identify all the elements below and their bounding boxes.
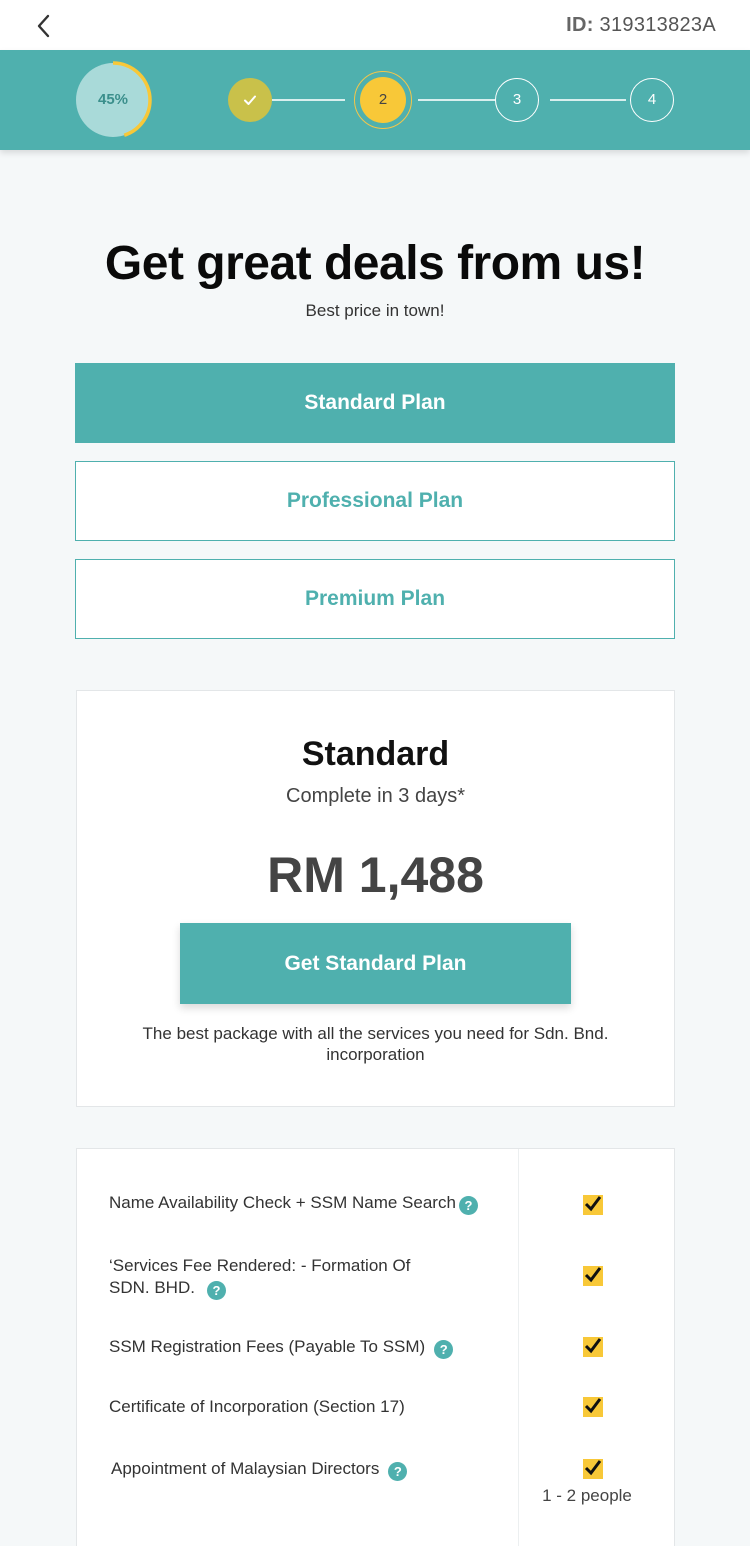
step-1-done[interactable] (228, 78, 272, 122)
progress-band: 45% 2 3 4 (0, 50, 750, 150)
feature-label: ‘Services Fee Rendered: - Formation Of S… (109, 1255, 449, 1300)
plan-price: RM 1,488 (267, 847, 484, 903)
help-icon[interactable]: ? (434, 1340, 454, 1359)
feature-label-text: Name Availability Check + SSM Name Searc… (109, 1193, 456, 1212)
checkmark-icon (244, 95, 256, 105)
feature-label-text: ‘Services Fee Rendered: - Formation Of S… (109, 1256, 411, 1297)
page-subtitle: Best price in town! (305, 301, 445, 320)
feature-note: 1 - 2 people (542, 1486, 632, 1505)
plan-description: The best package with all the services y… (142, 1024, 609, 1064)
feature-table: Name Availability Check + SSM Name Searc… (76, 1148, 675, 1546)
back-button[interactable] (30, 12, 58, 40)
feature-label: SSM Registration Fees (Payable To SSM)? (109, 1336, 509, 1359)
checkbox-checked-icon (583, 1337, 603, 1357)
order-id-label: ID: (566, 14, 594, 36)
feature-label-text: Appointment of Malaysian Directors (111, 1459, 380, 1478)
checkbox-checked-icon (583, 1397, 603, 1417)
feature-label: Certificate of Incorporation (Section 17… (109, 1396, 509, 1418)
checkbox-checked-icon (583, 1195, 603, 1215)
tab-professional-plan[interactable]: Professional Plan (75, 461, 675, 541)
checkbox-checked-icon (583, 1459, 603, 1479)
top-bar: ID: 319313823A (0, 0, 750, 50)
feature-label-text: Certificate of Incorporation (Section 17… (109, 1397, 405, 1416)
chevron-left-icon (37, 14, 50, 38)
get-standard-plan-button[interactable]: Get Standard Plan (180, 923, 571, 1004)
tab-standard-plan[interactable]: Standard Plan (75, 363, 675, 443)
step-3[interactable]: 3 (495, 78, 539, 122)
order-id-value: 319313823A (599, 14, 716, 36)
help-icon[interactable]: ? (458, 1196, 478, 1215)
page-title: Get great deals from us! (104, 237, 646, 290)
step-connector (418, 99, 495, 101)
help-icon[interactable]: ? (388, 1462, 408, 1481)
tab-premium-plan[interactable]: Premium Plan (75, 559, 675, 639)
plan-duration: Complete in 3 days* (286, 785, 465, 807)
column-divider (518, 1149, 519, 1546)
checkbox-checked-icon (583, 1266, 603, 1286)
plan-name: Standard (301, 735, 450, 773)
feature-label: Appointment of Malaysian Directors? (111, 1458, 511, 1481)
step-connector (272, 99, 345, 101)
order-id: ID: 319313823A (566, 14, 716, 37)
plan-card: Standard Complete in 3 days* RM 1,488 Ge… (76, 690, 675, 1107)
help-icon[interactable]: ? (206, 1281, 226, 1300)
step-2-active[interactable]: 2 (360, 77, 406, 123)
progress-percent: 45% (97, 91, 129, 108)
step-4[interactable]: 4 (630, 78, 674, 122)
step-connector (550, 99, 626, 101)
feature-label-text: SSM Registration Fees (Payable To SSM) (109, 1337, 426, 1356)
feature-label: Name Availability Check + SSM Name Searc… (109, 1192, 509, 1215)
